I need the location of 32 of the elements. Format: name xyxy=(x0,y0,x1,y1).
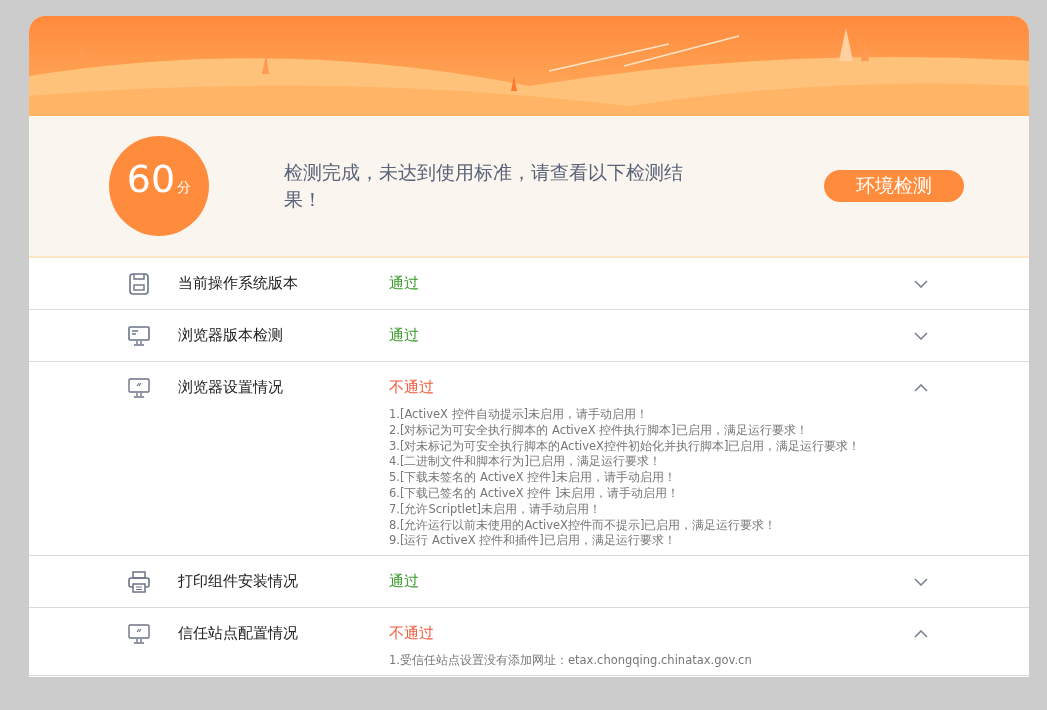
check-status: 通过 xyxy=(389,326,420,345)
monitor-icon xyxy=(128,325,150,346)
check-detail: 5.[下载未签名的 ActiveX 控件]未启用，请手动启用！ xyxy=(389,470,677,486)
chevron-down-icon[interactable] xyxy=(914,577,928,586)
check-detail: 2.[对标记为可安全执行脚本的 ActiveX 控件执行脚本]已启用，满足运行要求！ xyxy=(389,422,809,439)
result-message: 检测完成，未达到使用标准，请查看以下检测结果！ xyxy=(284,160,684,212)
check-detail: 7.[允许Scriptlet]未启用，请手动启用！ xyxy=(389,501,603,518)
environment-check-button[interactable]: 环境检测 xyxy=(824,170,964,202)
check-detail: 3.[对未标记为可安全执行脚本的ActiveX控件初始化并执行脚本]已启用，满足运行要求！ xyxy=(389,438,862,455)
chevron-up-icon[interactable] xyxy=(914,383,928,392)
chevron-down-icon[interactable] xyxy=(914,279,928,288)
printer-icon xyxy=(128,570,150,593)
monitor-icon xyxy=(128,623,150,644)
check-status: 不通过 xyxy=(389,378,435,397)
check-name: 浏览器设置情况 xyxy=(178,378,284,397)
check-detail: 9.[运行 ActiveX 控件和插件]已启用，满足运行要求！ xyxy=(389,533,677,550)
monitor-icon xyxy=(128,377,150,398)
check-detail: 6.[下载已签名的 ActiveX 控件 ]未启用，请手动启用！ xyxy=(389,486,681,502)
check-name: 当前操作系统版本 xyxy=(178,274,299,293)
check-name: 打印组件安装情况 xyxy=(178,572,299,592)
check-status: 通过 xyxy=(389,572,420,592)
check-name: 信任站点配置情况 xyxy=(178,624,299,644)
check-detail: 8.[允许运行以前未使用的ActiveX控件而不提示]已启用，满足运行要求！ xyxy=(389,517,778,534)
chevron-down-icon[interactable] xyxy=(914,331,928,340)
check-detail: 1.受信任站点设置没有添加网址：etax.chongqing.chinatax.gov.cn xyxy=(389,653,753,669)
check-detail: 1.[ActiveX 控件自动提示]未启用，请手动启用！ xyxy=(389,407,650,423)
chevron-up-icon[interactable] xyxy=(914,629,928,638)
check-status: 不通过 xyxy=(389,624,435,644)
check-name: 浏览器版本检测 xyxy=(178,326,284,345)
check-detail: 4.[二进制文件和脚本行为]已启用，满足运行要求！ xyxy=(389,454,662,471)
check-status: 通过 xyxy=(389,274,420,293)
score-badge: 60 分 xyxy=(109,136,209,236)
